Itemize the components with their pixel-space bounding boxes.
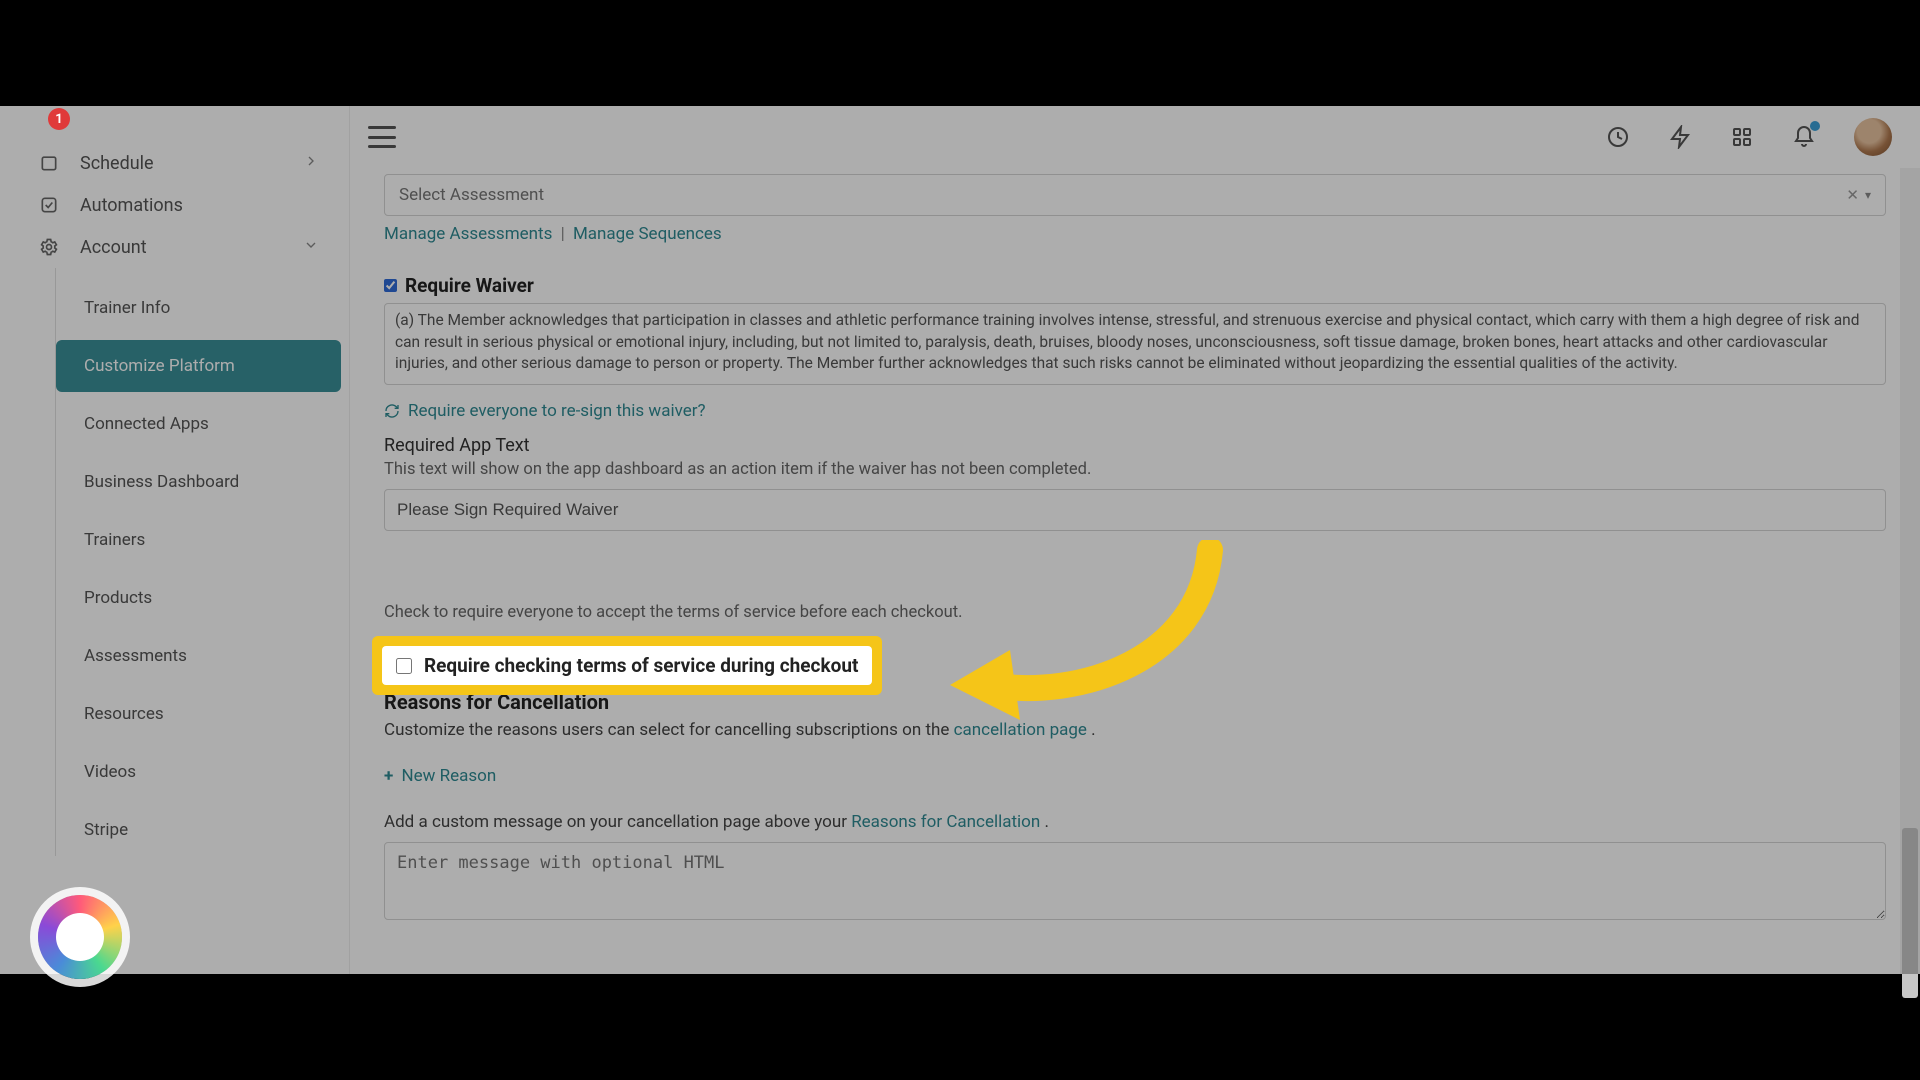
separator: | xyxy=(557,224,569,244)
sidebar-item-trainer-info[interactable]: Trainer Info xyxy=(56,282,341,334)
sidebar-item-schedule[interactable]: Schedule xyxy=(0,142,349,184)
app-text-label: Required App Text xyxy=(384,435,1886,456)
annotation-highlight: Require checking terms of service during… xyxy=(372,636,882,695)
sidebar-item-label: Automations xyxy=(80,195,183,216)
assessment-select-placeholder: Select Assessment xyxy=(399,185,544,205)
manage-assessments-link[interactable]: Manage Assessments xyxy=(384,224,552,244)
refresh-icon xyxy=(384,403,400,419)
sidebar-item-connected-apps[interactable]: Connected Apps xyxy=(56,398,341,450)
cancel-msg-help-post: . xyxy=(1044,812,1048,832)
hamburger-icon[interactable] xyxy=(368,126,396,148)
sidebar: Schedule Automations Account xyxy=(0,106,350,974)
chevron-right-icon xyxy=(303,153,319,174)
new-reason-link[interactable]: New Reason xyxy=(401,766,496,786)
app-text-help: This text will show on the app dashboard… xyxy=(384,460,1886,479)
clock-icon[interactable] xyxy=(1606,125,1630,149)
sidebar-item-customize-platform[interactable]: Customize Platform xyxy=(56,340,341,392)
sidebar-item-stripe[interactable]: Stripe xyxy=(56,804,341,856)
app-text-input[interactable] xyxy=(384,489,1886,531)
sidebar-item-assessments[interactable]: Assessments xyxy=(56,630,341,682)
scrollbar-track[interactable] xyxy=(1900,168,1920,974)
bell-icon[interactable] xyxy=(1792,125,1816,149)
require-tos-label: Require checking terms of service during… xyxy=(424,654,858,677)
sidebar-item-videos[interactable]: Videos xyxy=(56,746,341,798)
sidebar-item-account[interactable]: Account xyxy=(0,226,349,268)
assessment-select[interactable]: Select Assessment ✕ ▾ xyxy=(384,174,1886,216)
scrollbar-thumb[interactable] xyxy=(1902,828,1918,998)
reasons-help-pre: Customize the reasons users can select f… xyxy=(384,720,954,740)
notification-dot xyxy=(1810,121,1820,131)
clear-icon[interactable]: ✕ xyxy=(1840,186,1865,204)
gear-icon xyxy=(38,236,60,258)
bolt-icon[interactable] xyxy=(1668,125,1692,149)
sidebar-item-automations[interactable]: Automations xyxy=(0,184,349,226)
manage-sequences-link[interactable]: Manage Sequences xyxy=(573,224,722,244)
cancel-msg-help-pre: Add a custom message on your cancellatio… xyxy=(384,812,851,832)
waiver-text-area[interactable]: (a) The Member acknowledges that partici… xyxy=(384,303,1886,385)
help-widget[interactable] xyxy=(38,895,122,979)
sidebar-subnav-account: Trainer Info Customize Platform Connecte… xyxy=(55,268,349,856)
reasons-for-cancellation-link[interactable]: Reasons for Cancellation xyxy=(851,812,1040,832)
annotation-arrow xyxy=(930,540,1250,740)
chevron-down-icon xyxy=(303,237,319,258)
resign-waiver-link[interactable]: Require everyone to re-sign this waiver? xyxy=(408,401,706,421)
topbar xyxy=(350,106,1920,168)
sidebar-item-products[interactable]: Products xyxy=(56,572,341,624)
require-waiver-label: Require Waiver xyxy=(405,274,534,297)
calendar-icon xyxy=(38,152,60,174)
check-square-icon xyxy=(38,194,60,216)
avatar[interactable] xyxy=(1854,118,1892,156)
sidebar-item-label: Schedule xyxy=(80,153,154,174)
help-widget-badge: 1 xyxy=(48,108,70,130)
sidebar-item-label: Account xyxy=(80,237,147,258)
sidebar-item-resources[interactable]: Resources xyxy=(56,688,341,740)
sidebar-item-trainers[interactable]: Trainers xyxy=(56,514,341,566)
require-tos-checkbox[interactable] xyxy=(396,658,412,674)
chevron-down-icon[interactable]: ▾ xyxy=(1865,188,1871,202)
sidebar-item-business-dashboard[interactable]: Business Dashboard xyxy=(56,456,341,508)
plus-icon: + xyxy=(384,766,393,786)
apps-icon[interactable] xyxy=(1730,125,1754,149)
waiver-body: (a) The Member acknowledges that partici… xyxy=(395,311,1859,372)
require-waiver-checkbox[interactable] xyxy=(384,279,397,292)
cancellation-message-textarea[interactable] xyxy=(384,842,1886,920)
